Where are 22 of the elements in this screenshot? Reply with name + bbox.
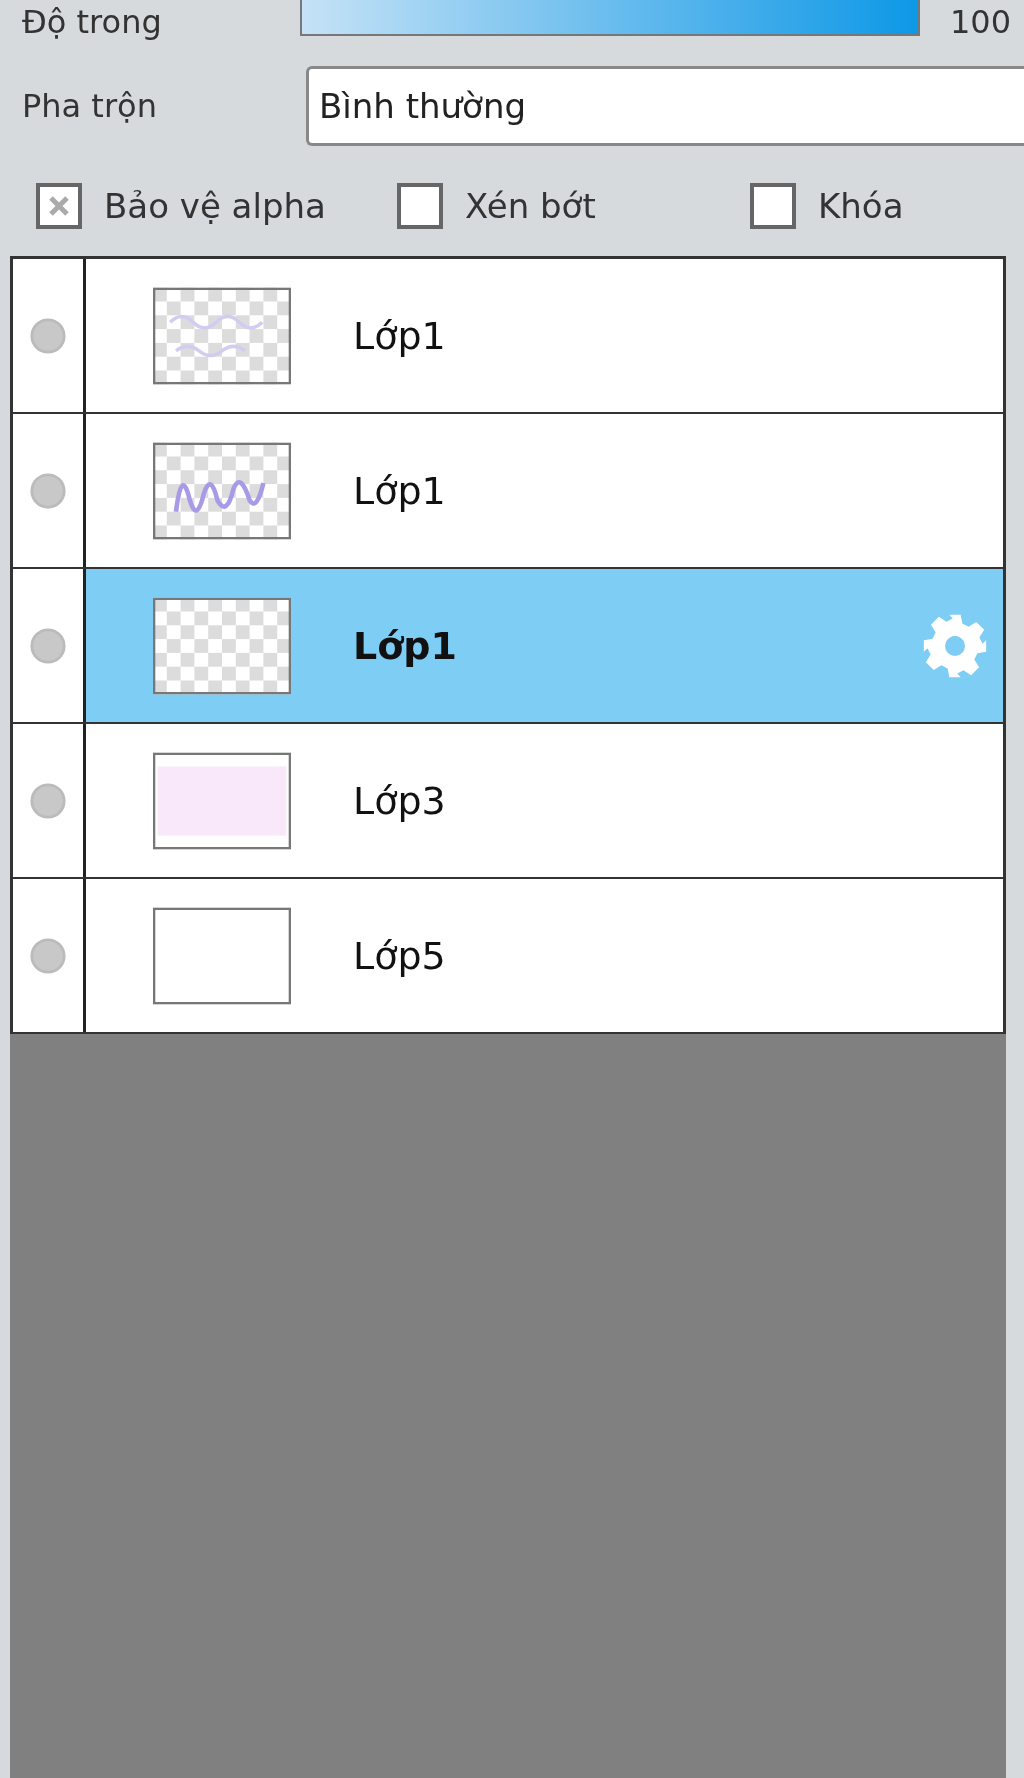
layer-name: Lớp1 [353,468,447,513]
opacity-slider[interactable] [300,0,920,36]
visibility-dot-icon[interactable] [29,936,67,975]
opacity-label: Độ trong [22,3,163,41]
opacity-value: 100 [950,3,1012,41]
blend-dropdown[interactable]: Bình thường [306,66,1024,146]
checkbox[interactable] [750,183,796,229]
checkbox-label: Khóa [818,186,904,226]
checkbox-label: Bảo vệ alpha [104,186,326,226]
checkbox[interactable] [397,183,443,229]
layer-name: Lớp3 [353,778,447,823]
layer-item[interactable]: Lớp1 [86,569,1003,722]
layer-name: Lớp5 [353,933,447,978]
blend-label: Pha trộn [22,87,158,125]
checkbox[interactable] [36,183,82,229]
visibility-dot-icon[interactable] [29,316,67,355]
visibility-dot-icon[interactable] [29,781,67,820]
layer-name: Lớp1 [353,313,447,358]
visibility-dot-icon[interactable] [29,471,67,510]
checkbox-label: Xén bớt [465,186,596,226]
layer-name: Lớp1 [353,623,458,668]
visibility-dot-icon[interactable] [29,626,67,665]
